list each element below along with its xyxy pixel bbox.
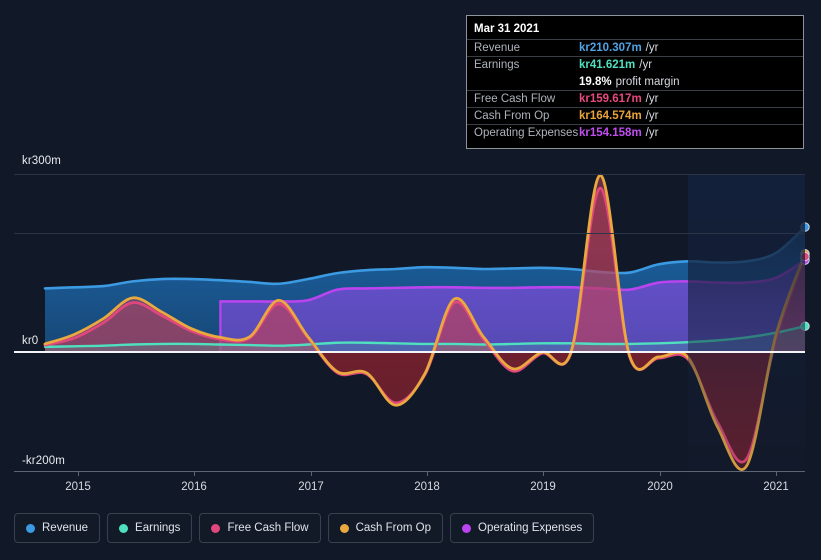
legend-item-earnings[interactable]: Earnings: [107, 513, 193, 543]
tooltip-row-value: kr154.158m: [579, 127, 642, 139]
legend-item-label: Operating Expenses: [478, 522, 583, 534]
x-tick-2018: [427, 471, 428, 476]
tooltip-row-unit: /yr: [645, 110, 659, 122]
legend-color-dot-icon: [339, 523, 349, 533]
x-axis-label-2016: 2016: [181, 481, 207, 493]
legend-item-operating-expenses[interactable]: Operating Expenses: [450, 513, 595, 543]
x-axis-label-2015: 2015: [65, 481, 91, 493]
tooltip-row-unit: /yr: [639, 59, 653, 71]
recent-period-band: [688, 174, 805, 478]
tooltip-row: 19.8% profit margin: [467, 73, 803, 90]
tooltip-row-unit: /yr: [645, 127, 659, 139]
tooltip-row-label: Revenue: [474, 42, 521, 54]
tooltip-row: Earnings kr41.621m/yr: [467, 56, 803, 73]
tooltip-row: Cash From Op kr164.574m/yr: [467, 107, 803, 124]
x-tick-2017: [311, 471, 312, 476]
tooltip-rows: Revenue kr210.307m/yr Earnings kr41.621m/yr…: [467, 39, 803, 141]
tooltip-row-value: 19.8%: [579, 75, 612, 88]
tooltip-row-label: Earnings: [474, 59, 520, 71]
tooltip-row-value: kr159.617m: [579, 93, 642, 105]
tooltip-row-unit: /yr: [645, 93, 659, 105]
legend-item-label: Cash From Op: [355, 522, 432, 534]
x-tick-2020: [660, 471, 661, 476]
x-tick-2019: [543, 471, 544, 476]
x-tick-2015: [78, 471, 79, 476]
x-axis-label-2021: 2021: [763, 481, 789, 493]
tooltip-row: Operating Expenses kr154.158m/yr: [467, 124, 803, 141]
chart-tooltip: Mar 31 2021 Revenue kr210.307m/yr Earnings…: [466, 15, 804, 149]
chart-screenshot: kr300m kr0 -kr200m 2015 2016 2017 2018 2…: [0, 0, 821, 560]
y-axis-label-bottom: -kr200m: [22, 455, 65, 467]
tooltip-row-label: Cash From Op: [474, 110, 550, 122]
x-axis-line: [14, 471, 805, 472]
x-tick-2016: [194, 471, 195, 476]
legend-item-free-cash-flow[interactable]: Free Cash Flow: [199, 513, 321, 543]
gridline-150: [14, 233, 805, 234]
tooltip-row: Revenue kr210.307m/yr: [467, 39, 803, 56]
x-tick-2021: [776, 471, 777, 476]
chart-legend: Revenue Earnings Free Cash Flow Cash From O…: [14, 513, 595, 543]
legend-item-label: Earnings: [135, 522, 181, 534]
legend-item-revenue[interactable]: Revenue: [14, 513, 101, 543]
legend-item-label: Free Cash Flow: [227, 522, 309, 534]
x-axis-label-2019: 2019: [530, 481, 556, 493]
legend-item-label: Revenue: [42, 522, 89, 534]
tooltip-row-label: Free Cash Flow: [474, 93, 556, 105]
tooltip-row-unit: /yr: [645, 42, 659, 54]
tooltip-row-unit: profit margin: [615, 75, 680, 88]
tooltip-row-value: kr210.307m: [579, 42, 642, 54]
legend-color-dot-icon: [119, 523, 129, 533]
x-axis-label-2020: 2020: [647, 481, 673, 493]
y-axis-label-top: kr300m: [22, 155, 61, 167]
legend-item-cash-from-op[interactable]: Cash From Op: [327, 513, 444, 543]
x-axis-label-2018: 2018: [414, 481, 440, 493]
legend-color-dot-icon: [211, 523, 221, 533]
tooltip-row-label: Operating Expenses: [474, 127, 579, 139]
tooltip-row-value: kr164.574m: [579, 110, 642, 122]
legend-color-dot-icon: [462, 523, 472, 533]
chart-plot-area: [0, 160, 821, 478]
gridline-300: [14, 174, 805, 175]
tooltip-row-value: kr41.621m: [579, 59, 636, 71]
x-axis-label-2017: 2017: [298, 481, 324, 493]
tooltip-row: Free Cash Flow kr159.617m/yr: [467, 90, 803, 107]
tooltip-date: Mar 31 2021: [474, 23, 540, 35]
zero-line: [14, 351, 805, 353]
legend-color-dot-icon: [26, 523, 35, 533]
y-axis-label-zero: kr0: [22, 335, 39, 347]
